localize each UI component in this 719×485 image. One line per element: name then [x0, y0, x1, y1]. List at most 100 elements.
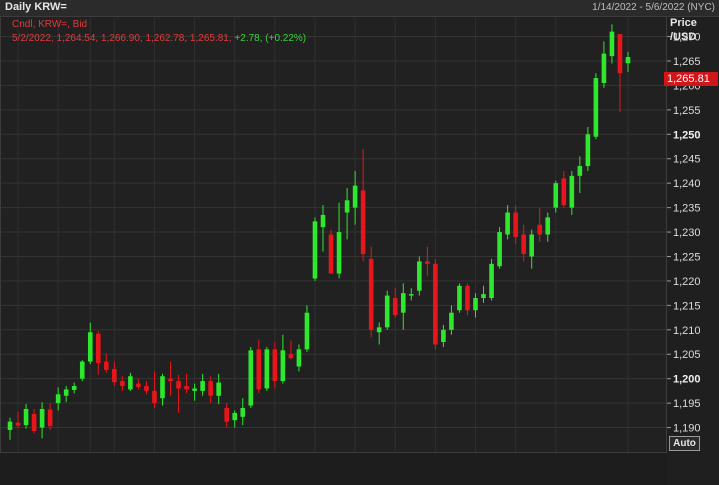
candle	[561, 170, 567, 208]
candle	[593, 73, 599, 140]
candle-body	[400, 293, 406, 313]
y-tick-label: 1,205	[673, 349, 701, 361]
y-tick-label: 1,200	[673, 374, 701, 386]
y-tick-label: 1,240	[673, 178, 701, 190]
candle-body	[336, 232, 342, 274]
candle	[376, 322, 382, 345]
candle-body	[272, 349, 278, 382]
candle-body	[457, 285, 462, 311]
candle-body	[120, 381, 125, 387]
candle-body	[513, 212, 518, 237]
y-tick-label: 1,265	[673, 56, 701, 68]
grid-lines	[1, 18, 666, 452]
chart-window: Daily KRW= 1/14/2022 - 5/6/2022 (NYC) 1,…	[0, 0, 719, 485]
candle-body	[63, 389, 69, 396]
candle-body	[288, 354, 294, 359]
candle	[23, 404, 29, 429]
candle	[128, 372, 133, 391]
candle-body	[304, 312, 310, 350]
candle-body	[553, 183, 559, 208]
candle-body	[417, 261, 422, 291]
candle	[144, 381, 149, 395]
candle	[320, 205, 326, 252]
candle	[368, 246, 374, 338]
candle-body	[7, 421, 13, 431]
y-tick-label: 1,230	[673, 227, 701, 239]
y-axis-title-line1: Price	[670, 17, 697, 29]
candle	[15, 411, 21, 429]
legend-series: Cndl, KRW=, Bid	[12, 19, 88, 30]
candle	[264, 346, 270, 391]
candle	[513, 205, 518, 245]
candle	[176, 374, 181, 413]
candle	[296, 344, 302, 372]
candle	[208, 376, 213, 404]
candle	[400, 283, 406, 330]
y-tick-label: 1,250	[673, 129, 701, 141]
legend-values: 5/2/2022, 1,264.54, 1,266.90, 1,262.78, …	[12, 33, 306, 44]
candle-body	[569, 175, 575, 208]
candle	[31, 408, 37, 434]
candle-body	[31, 413, 37, 431]
candle-body	[617, 34, 623, 74]
candle	[473, 293, 478, 318]
candle	[7, 417, 13, 440]
candle-body	[152, 390, 157, 404]
candle-body	[505, 212, 510, 235]
candle-body	[104, 361, 109, 370]
candle-body	[473, 298, 478, 311]
candle	[95, 330, 101, 375]
candle	[39, 402, 45, 439]
candle-body	[216, 382, 221, 396]
x-axis	[0, 453, 667, 485]
candle	[497, 227, 502, 269]
candle	[328, 229, 334, 274]
y-tick-label: 1,210	[673, 325, 701, 337]
candle-body	[545, 217, 551, 235]
candle	[112, 361, 117, 387]
candle-body	[200, 381, 205, 391]
candle	[425, 246, 430, 277]
y-axis-ticks: 1,190 1,195 1,200 1,205 1,210 1,215 1,220 1,225…	[667, 32, 701, 435]
candle-body	[296, 349, 302, 367]
candlestick-chart[interactable]: 1,190 1,195 1,200 1,205 1,210 1,215 1,220 1,225…	[0, 0, 719, 485]
candle-body	[521, 234, 526, 255]
candle-body	[232, 412, 238, 421]
candle	[360, 148, 366, 262]
candle-body	[312, 221, 318, 279]
candle-body	[537, 224, 543, 235]
candle	[87, 322, 93, 365]
candle	[441, 324, 446, 347]
candle-body	[55, 394, 61, 404]
candle-body	[328, 234, 334, 274]
candle	[384, 290, 390, 330]
candle-body	[561, 178, 567, 206]
candle	[184, 373, 189, 394]
candle-body	[392, 298, 398, 316]
y-tick-label: 1,235	[673, 203, 701, 215]
candle	[79, 360, 85, 382]
candle-body	[376, 327, 382, 333]
y-tick-label: 1,220	[673, 276, 701, 288]
candle	[433, 258, 438, 350]
candle	[63, 386, 69, 403]
candle-body	[256, 349, 262, 390]
candle	[248, 346, 254, 409]
candle	[625, 51, 631, 72]
candle-body	[408, 294, 414, 296]
auto-scale-button[interactable]: Auto	[669, 436, 700, 451]
candle-body	[360, 190, 366, 255]
candle-body	[176, 381, 181, 389]
candle	[224, 403, 230, 428]
candle	[489, 258, 494, 301]
candle-body	[112, 368, 117, 383]
candle-body	[95, 333, 101, 364]
candle	[312, 217, 318, 281]
candle-body	[529, 234, 534, 257]
candle-body	[352, 185, 358, 208]
candle	[336, 202, 342, 279]
candle-body	[489, 263, 494, 299]
candle	[232, 410, 238, 428]
candle-body	[481, 294, 486, 299]
candle	[585, 126, 591, 171]
